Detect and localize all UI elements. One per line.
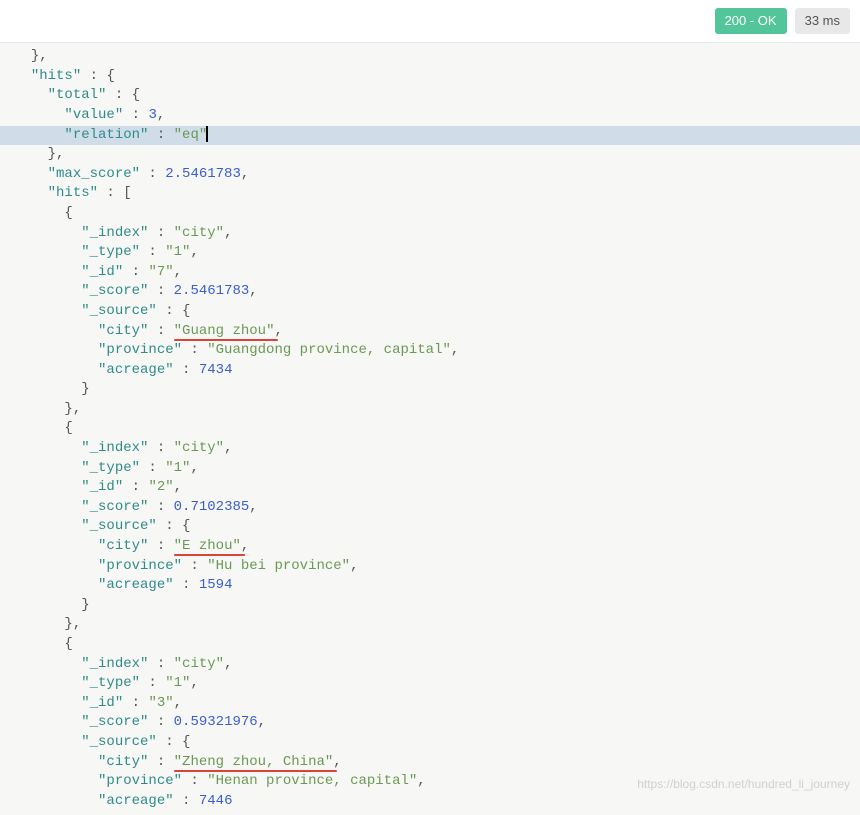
status-bar: 200 - OK 33 ms [0, 0, 860, 43]
status-ok-badge: 200 - OK [715, 8, 787, 34]
code-line: "city" : "Zheng zhou, China", [0, 753, 860, 773]
code-line: "city" : "Guang zhou", [0, 322, 860, 342]
code-line: "_score" : 0.7102385, [0, 498, 860, 518]
code-line: "_source" : { [0, 733, 860, 753]
code-line: } [0, 380, 860, 400]
code-line: }, [0, 615, 860, 635]
code-line: }, [0, 400, 860, 420]
code-line: "max_score" : 2.5461783, [0, 165, 860, 185]
watermark: https://blog.csdn.net/hundred_li_journey [637, 776, 850, 793]
code-line: "_score" : 2.5461783, [0, 282, 860, 302]
code-line: "city" : "E zhou", [0, 537, 860, 557]
json-response-body[interactable]: }, "hits" : { "total" : { "value" : 3, "… [0, 43, 860, 815]
code-line: } [0, 596, 860, 616]
code-line: "acreage" : 7446 [0, 792, 860, 812]
code-line: }, [0, 47, 860, 67]
code-line: "_id" : "2", [0, 478, 860, 498]
highlighted-city-1: "Guang zhou" [174, 323, 275, 339]
code-line-active: "relation" : "eq" [0, 126, 860, 146]
highlighted-city-2: "E zhou" [174, 538, 241, 554]
code-line: "hits" : { [0, 67, 860, 87]
status-time-badge: 33 ms [795, 8, 850, 34]
code-line: "_type" : "1", [0, 674, 860, 694]
code-line: "_source" : { [0, 517, 860, 537]
code-line: "_source" : { [0, 302, 860, 322]
code-line: "province" : "Guangdong province, capita… [0, 341, 860, 361]
code-line: }, [0, 145, 860, 165]
code-line: "_id" : "7", [0, 263, 860, 283]
code-line: "_score" : 0.59321976, [0, 713, 860, 733]
code-line: "acreage" : 1594 [0, 576, 860, 596]
code-line: { [0, 635, 860, 655]
code-line: "_index" : "city", [0, 439, 860, 459]
code-line: "value" : 3, [0, 106, 860, 126]
code-line: "_index" : "city", [0, 224, 860, 244]
code-line: "acreage" : 7434 [0, 361, 860, 381]
code-line: "_type" : "1", [0, 459, 860, 479]
code-line: "_index" : "city", [0, 655, 860, 675]
text-cursor [206, 126, 208, 142]
code-line: "total" : { [0, 86, 860, 106]
code-line: "hits" : [ [0, 184, 860, 204]
code-line: { [0, 419, 860, 439]
code-line: { [0, 204, 860, 224]
code-line: "_type" : "1", [0, 243, 860, 263]
code-line: "province" : "Hu bei province", [0, 557, 860, 577]
code-line: "_id" : "3", [0, 694, 860, 714]
highlighted-city-3: "Zheng zhou, China" [174, 754, 334, 770]
